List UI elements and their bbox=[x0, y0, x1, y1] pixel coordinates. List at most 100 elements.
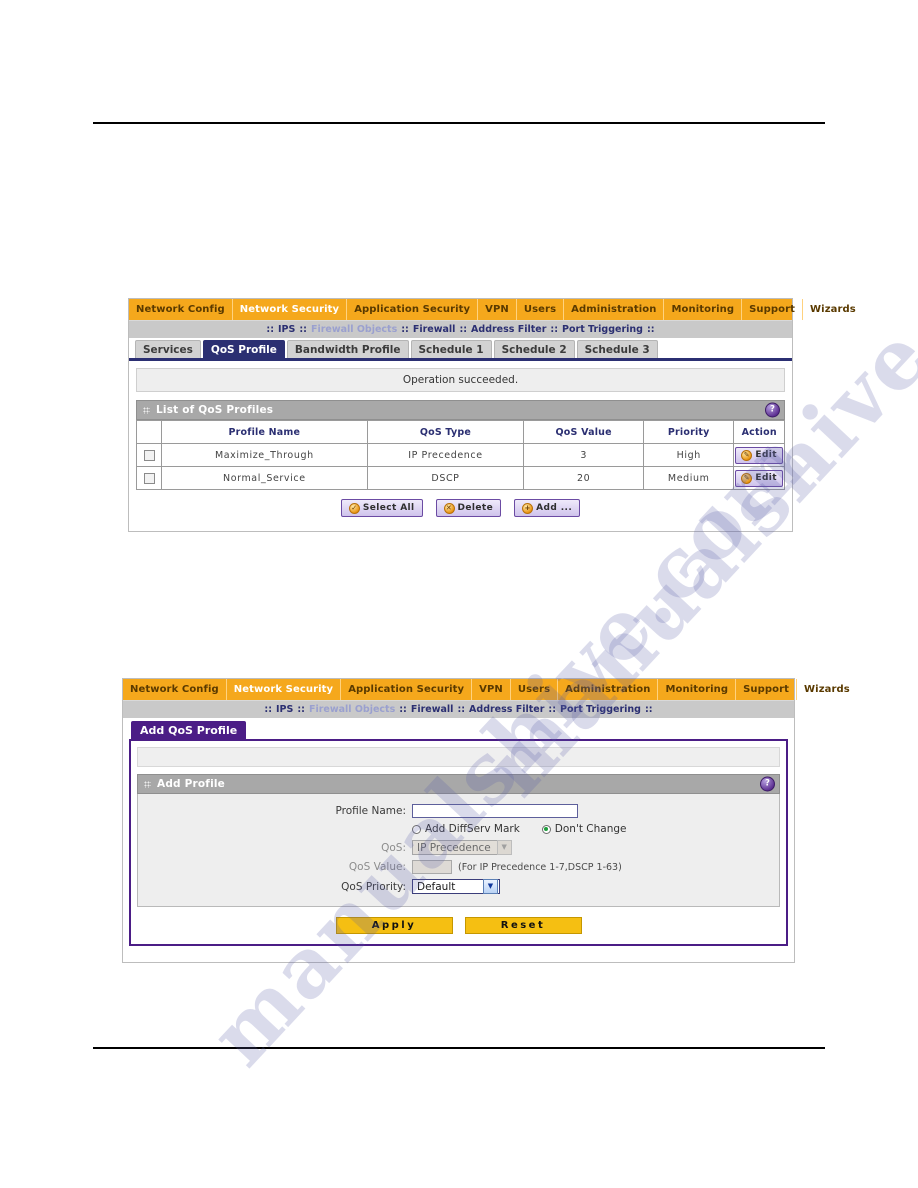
menu-item-administration[interactable]: Administration bbox=[564, 299, 665, 320]
breadcrumb-item-ips[interactable]: IPS bbox=[276, 704, 293, 715]
cell-profile-name: Maximize_Through bbox=[161, 443, 368, 467]
apply-button[interactable]: Apply bbox=[335, 917, 453, 934]
radio-dont-change-label: Don't Change bbox=[554, 823, 627, 835]
row-checkbox[interactable] bbox=[143, 472, 155, 484]
cell-qos-value: 3 bbox=[523, 443, 645, 467]
cell-profile-name: Normal_Service bbox=[161, 466, 368, 490]
menu-item-application-security[interactable]: Application Security bbox=[347, 299, 479, 320]
menu-item-administration[interactable]: Administration bbox=[558, 679, 659, 700]
breadcrumb-sep: :: bbox=[299, 324, 307, 335]
menu-item-network-config[interactable]: Network Config bbox=[123, 679, 227, 700]
cell-qos-type: IP Precedence bbox=[366, 443, 525, 467]
edit-button[interactable]: ✎ Edit bbox=[735, 469, 783, 487]
menu-item-vpn[interactable]: VPN bbox=[472, 679, 511, 700]
reset-button[interactable]: Reset bbox=[464, 917, 582, 934]
menu-item-application-security[interactable]: Application Security bbox=[341, 679, 473, 700]
breadcrumb-sep: :: bbox=[548, 704, 557, 715]
profile-name-label: Profile Name: bbox=[335, 805, 406, 817]
menu-item-wizards[interactable]: Wizards bbox=[803, 299, 863, 320]
qos-priority-select[interactable]: Default ▼ bbox=[412, 879, 500, 894]
cell-priority: Medium bbox=[643, 466, 735, 490]
menu-item-support[interactable]: Support bbox=[742, 299, 804, 320]
breadcrumb-item-firewall[interactable]: Firewall bbox=[413, 324, 456, 335]
shot1-breadcrumb: :: IPS :: Firewall Objects :: Firewall :… bbox=[129, 321, 792, 339]
menu-item-vpn[interactable]: VPN bbox=[478, 299, 517, 320]
cell-qos-value: 20 bbox=[523, 466, 645, 490]
menu-item-network-security[interactable]: Network Security bbox=[233, 299, 348, 320]
edit-button[interactable]: ✎ Edit bbox=[735, 446, 783, 464]
menu-item-users[interactable]: Users bbox=[517, 299, 565, 320]
table-header-row: Profile Name QoS Type QoS Value Priority… bbox=[136, 420, 785, 444]
form-row-qos-priority: QoS Priority: Default ▼ bbox=[138, 879, 779, 894]
pencil-icon: ✎ bbox=[741, 472, 753, 484]
breadcrumb-item-address-filter[interactable]: Address Filter bbox=[469, 704, 544, 715]
breadcrumb-item-address-filter[interactable]: Address Filter bbox=[471, 324, 546, 335]
menu-item-monitoring[interactable]: Monitoring bbox=[658, 679, 737, 700]
breadcrumb-item-port-triggering[interactable]: Port Triggering bbox=[562, 324, 643, 335]
cell-priority: High bbox=[643, 443, 735, 467]
tab-bandwidth-profile[interactable]: Bandwidth Profile bbox=[286, 340, 409, 358]
breadcrumb-sep: :: bbox=[264, 704, 272, 715]
qos-type-select[interactable]: IP Precedence ▼ bbox=[412, 840, 512, 855]
form-row-diffserv-radio: Add DiffServ Mark Don't Change bbox=[138, 823, 779, 835]
breadcrumb-item-port-triggering[interactable]: Port Triggering bbox=[560, 704, 641, 715]
pencil-icon: ✎ bbox=[741, 449, 753, 461]
menu-item-wizards[interactable]: Wizards bbox=[797, 679, 857, 700]
menu-item-support[interactable]: Support bbox=[736, 679, 798, 700]
qos-label: QoS: bbox=[381, 841, 406, 854]
shot2-panel-frame: Add Profile ? Profile Name: Add DiffServ… bbox=[129, 739, 788, 946]
add-button[interactable]: + Add ... bbox=[514, 499, 581, 517]
grip-icon bbox=[144, 780, 151, 788]
select-all-label: Select All bbox=[362, 503, 415, 513]
breadcrumb-sep: :: bbox=[644, 704, 653, 715]
form-row-qos: QoS: IP Precedence ▼ bbox=[138, 840, 779, 855]
qos-profiles-table: Profile Name QoS Type QoS Value Priority… bbox=[136, 420, 785, 490]
breadcrumb-item-firewall-objects[interactable]: Firewall Objects bbox=[311, 324, 397, 335]
tab-schedule-1[interactable]: Schedule 1 bbox=[410, 340, 492, 358]
breadcrumb-sep: :: bbox=[401, 324, 409, 335]
profile-name-input[interactable] bbox=[412, 804, 578, 818]
qos-priority-selected-value: Default bbox=[417, 880, 456, 893]
add-profile-form: Profile Name: Add DiffServ Mark Don't Ch… bbox=[137, 794, 780, 907]
th-select bbox=[136, 420, 162, 444]
radio-dont-change[interactable] bbox=[541, 824, 551, 834]
close-icon: ✕ bbox=[443, 502, 455, 514]
th-action: Action bbox=[733, 420, 785, 444]
help-icon[interactable]: ? bbox=[760, 776, 775, 792]
breadcrumb-sep: :: bbox=[297, 704, 305, 715]
menu-item-users[interactable]: Users bbox=[511, 679, 559, 700]
tab-qos-profile[interactable]: QoS Profile bbox=[202, 340, 285, 358]
select-all-button[interactable]: ✓ Select All bbox=[340, 499, 423, 517]
breadcrumb-sep: :: bbox=[550, 324, 559, 335]
menu-item-network-security[interactable]: Network Security bbox=[227, 679, 342, 700]
page-top-rule bbox=[93, 122, 825, 124]
breadcrumb-sep: :: bbox=[399, 704, 407, 715]
watermark-overlay: manualshive.com manualshive.com bbox=[0, 0, 918, 1188]
tab-schedule-3[interactable]: Schedule 3 bbox=[576, 340, 658, 358]
check-icon: ✓ bbox=[348, 502, 360, 514]
delete-label: Delete bbox=[457, 503, 494, 513]
radio-add-diffserv-mark[interactable] bbox=[412, 824, 421, 834]
breadcrumb-item-ips[interactable]: IPS bbox=[278, 324, 295, 335]
tab-add-qos-profile[interactable]: Add QoS Profile bbox=[131, 721, 247, 739]
qos-value-input[interactable] bbox=[412, 860, 452, 874]
row-checkbox[interactable] bbox=[143, 449, 155, 461]
th-profile-name: Profile Name bbox=[161, 420, 368, 444]
breadcrumb-item-firewall[interactable]: Firewall bbox=[411, 704, 454, 715]
cell-action[interactable]: ✎ Edit bbox=[733, 466, 785, 490]
help-icon[interactable]: ? bbox=[765, 402, 780, 418]
menu-item-network-config[interactable]: Network Config bbox=[129, 299, 233, 320]
cell-qos-type: DSCP bbox=[366, 466, 525, 490]
row-checkbox-cell[interactable] bbox=[136, 466, 162, 490]
shot2-menu-bar: Network Config Network Security Applicat… bbox=[123, 679, 850, 701]
grip-icon bbox=[143, 406, 150, 414]
cell-action[interactable]: ✎ Edit bbox=[733, 443, 785, 467]
row-checkbox-cell[interactable] bbox=[136, 443, 162, 467]
tab-schedule-2[interactable]: Schedule 2 bbox=[493, 340, 575, 358]
tab-services[interactable]: Services bbox=[135, 340, 201, 358]
delete-button[interactable]: ✕ Delete bbox=[435, 499, 502, 517]
menu-item-monitoring[interactable]: Monitoring bbox=[664, 299, 743, 320]
breadcrumb-sep: :: bbox=[266, 324, 274, 335]
breadcrumb-item-firewall-objects[interactable]: Firewall Objects bbox=[309, 704, 395, 715]
th-qos-value: QoS Value bbox=[523, 420, 645, 444]
